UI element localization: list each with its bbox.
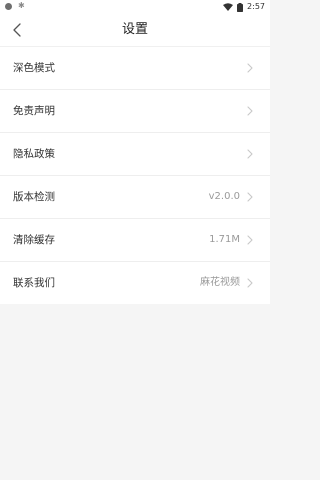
chevron-right-icon: [247, 106, 253, 116]
setting-label: 隐私政策: [13, 148, 55, 160]
setting-row-contact-us[interactable]: 联系我们 麻花视频: [0, 261, 270, 304]
chevron-right-icon: [247, 278, 253, 288]
page-title: 设置: [121, 22, 148, 37]
setting-row-clear-cache[interactable]: 清除缓存 1.71M: [0, 218, 270, 261]
settings-notification-icon: ✱: [18, 1, 25, 10]
setting-label: 清除缓存: [13, 234, 55, 246]
setting-label: 联系我们: [13, 277, 55, 289]
chevron-right-icon: [247, 63, 253, 73]
battery-icon: [237, 2, 244, 12]
chevron-right-icon: [247, 235, 253, 245]
setting-row-dark-mode[interactable]: 深色模式: [0, 46, 270, 89]
status-bar: ✱ 2:57: [0, 0, 270, 14]
setting-label: 免责声明: [13, 105, 55, 117]
setting-label: 版本检测: [13, 191, 55, 203]
back-button[interactable]: [6, 18, 28, 42]
chevron-right-icon: [247, 149, 253, 159]
version-value: v2.0.0: [208, 191, 240, 202]
chevron-right-icon: [247, 192, 253, 202]
status-time: 2:57: [247, 2, 265, 11]
notification-dot-icon: [5, 3, 12, 10]
header: 设置: [0, 14, 270, 46]
setting-row-privacy-policy[interactable]: 隐私政策: [0, 132, 270, 175]
contact-value: 麻花视频: [200, 277, 240, 288]
settings-list: 深色模式 免责声明 隐私政策 版本检测 v2.0.0 清除缓存 1.71M 联系…: [0, 46, 270, 304]
wifi-icon: [223, 3, 234, 11]
setting-row-version-check[interactable]: 版本检测 v2.0.0: [0, 175, 270, 218]
chevron-left-icon: [13, 23, 21, 37]
setting-label: 深色模式: [13, 62, 55, 74]
setting-row-disclaimer[interactable]: 免责声明: [0, 89, 270, 132]
status-right: 2:57: [223, 0, 265, 14]
cache-size-value: 1.71M: [209, 234, 240, 245]
